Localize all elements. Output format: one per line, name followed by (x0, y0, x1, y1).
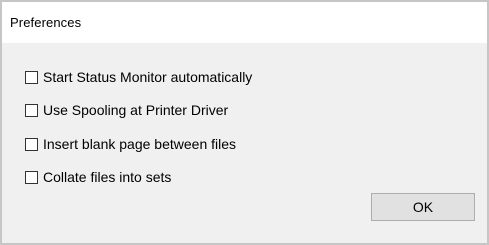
insert-blank-page-option[interactable]: Insert blank page between files (25, 135, 236, 153)
title-bar[interactable]: Preferences (2, 2, 487, 43)
start-status-monitor-label[interactable]: Start Status Monitor automatically (43, 69, 252, 85)
preferences-dialog: Preferences Start Status Monitor automat… (0, 0, 489, 245)
use-spooling-option[interactable]: Use Spooling at Printer Driver (25, 101, 228, 119)
start-status-monitor-option[interactable]: Start Status Monitor automatically (25, 68, 252, 86)
collate-files-checkbox[interactable] (25, 170, 38, 184)
collate-files-label[interactable]: Collate files into sets (43, 169, 171, 185)
use-spooling-checkbox[interactable] (25, 103, 38, 117)
insert-blank-page-label[interactable]: Insert blank page between files (43, 136, 236, 152)
insert-blank-page-checkbox[interactable] (25, 137, 38, 151)
collate-files-option[interactable]: Collate files into sets (25, 168, 171, 186)
use-spooling-label[interactable]: Use Spooling at Printer Driver (43, 102, 228, 118)
ok-button[interactable]: OK (371, 193, 475, 221)
start-status-monitor-checkbox[interactable] (25, 70, 38, 84)
dialog-title: Preferences (10, 15, 82, 30)
